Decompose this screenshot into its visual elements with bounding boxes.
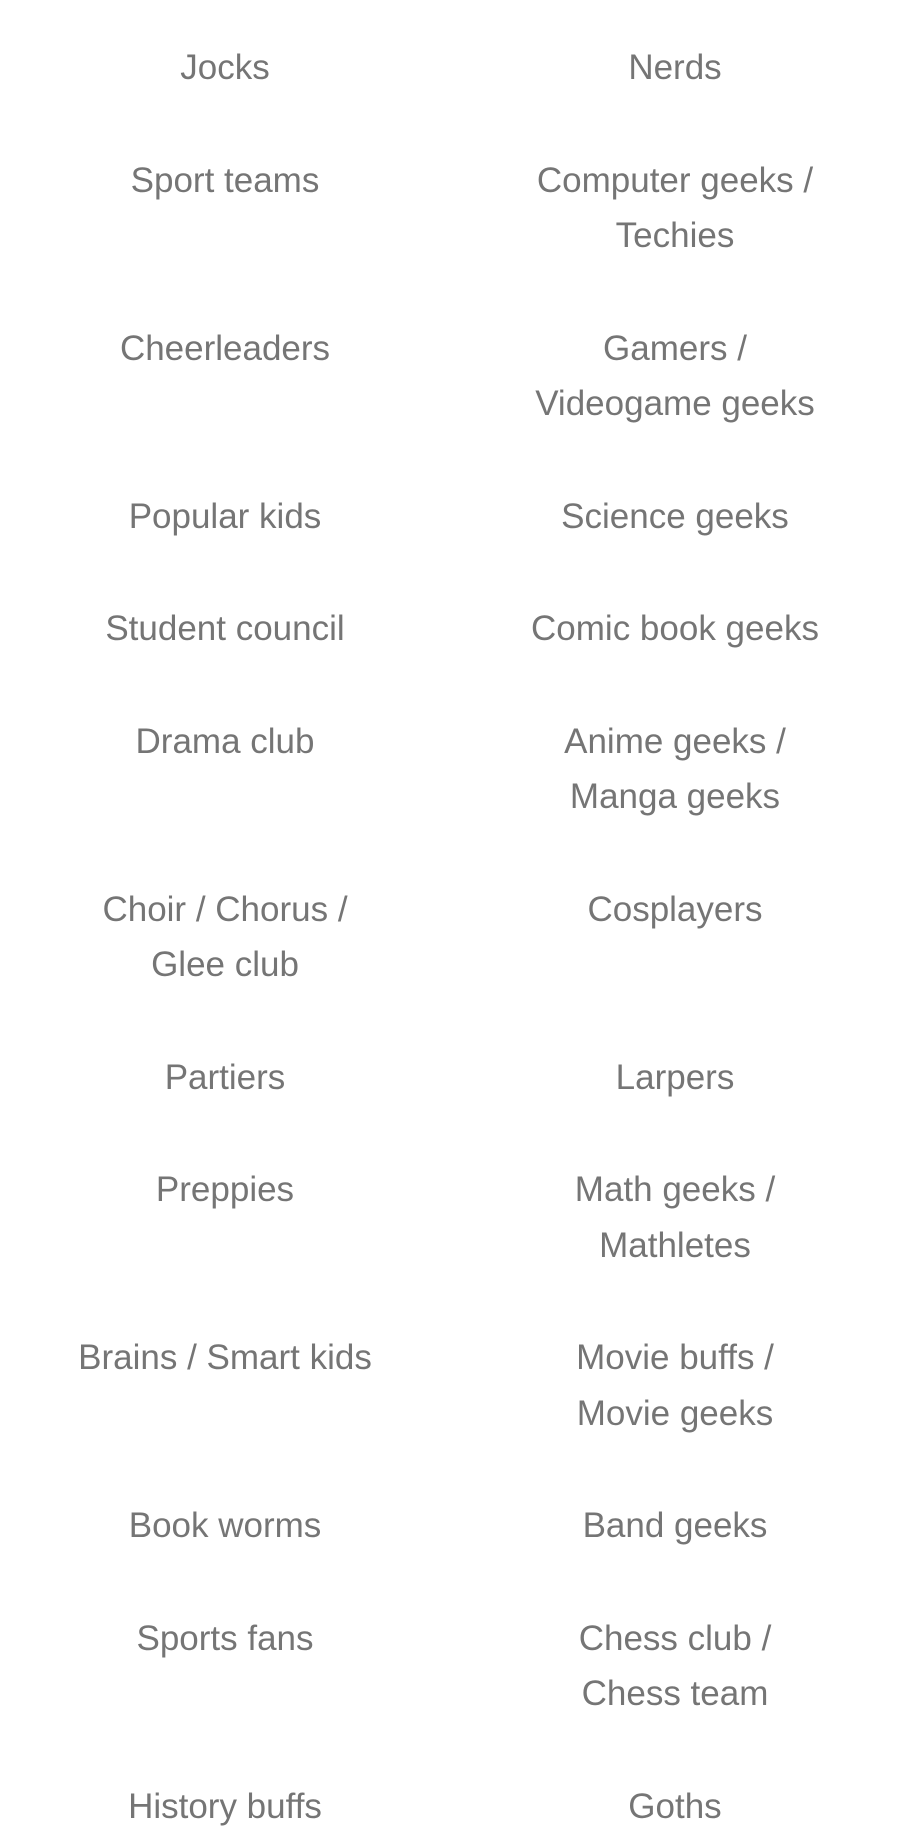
list-item-right: Math geeks / Mathletes bbox=[450, 1162, 900, 1273]
list-item-right: Goths bbox=[450, 1779, 900, 1835]
list-item-text: Mathletes bbox=[599, 1225, 751, 1265]
list-item-text: Movie geeks bbox=[576, 1393, 774, 1433]
list-item-text: Cheerleaders bbox=[119, 328, 331, 368]
list-item-text: Book worms bbox=[128, 1506, 322, 1545]
list-item-text: Glee club bbox=[151, 945, 299, 984]
list-item-right: Movie buffs / Movie geeks bbox=[450, 1330, 900, 1441]
list-item-text: Techies bbox=[615, 216, 735, 255]
list-item-right: Gamers / Videogame geeks bbox=[450, 321, 900, 432]
list-item-text: Movie buffs / bbox=[576, 1338, 774, 1377]
list-item-left: Sports fans bbox=[0, 1611, 450, 1722]
list-item-text: Sport teams bbox=[130, 160, 320, 200]
list-item-text: Drama club bbox=[135, 721, 315, 761]
list-item-left: Book worms bbox=[0, 1498, 450, 1554]
list-item-text: Jocks bbox=[180, 48, 270, 87]
list-item-text: Band geeks bbox=[582, 1506, 768, 1545]
list-item-text: Computer geeks / bbox=[536, 160, 814, 200]
list-item-text: Math geeks / bbox=[574, 1170, 776, 1209]
list-item-text: Popular kids bbox=[128, 496, 322, 536]
list-item-left: Partiers bbox=[0, 1050, 450, 1106]
clique-list: Jocks Nerds Sport teams Computer geeks / Tec… bbox=[0, 0, 907, 1834]
list-item-right: Chess club / Chess team bbox=[450, 1611, 900, 1722]
list-item-text: Nerds bbox=[628, 48, 722, 87]
list-item-left: Choir / Chorus / Glee club bbox=[0, 882, 450, 993]
list-item-left: Student council bbox=[0, 601, 450, 657]
list-item-text: Sports fans bbox=[136, 1618, 314, 1658]
list-item-text: Gamers / bbox=[603, 328, 747, 368]
list-item-text: Anime geeks / bbox=[564, 721, 786, 761]
list-item-text: Larpers bbox=[615, 1057, 735, 1097]
list-item-left: Drama club bbox=[0, 714, 450, 825]
list-item-text: Brains / Smart kids bbox=[78, 1338, 372, 1377]
list-item-text: Videogame geeks bbox=[535, 384, 815, 423]
list-item-text: Partiers bbox=[164, 1057, 286, 1097]
list-item-text: Comic book geeks bbox=[531, 609, 819, 648]
list-item-left: Jocks bbox=[0, 40, 450, 96]
list-item-left: History buffs bbox=[0, 1779, 450, 1835]
list-item-text: Choir / Chorus / bbox=[102, 889, 348, 929]
list-item-text: Cosplayers bbox=[587, 889, 763, 929]
list-item-text: Manga geeks bbox=[569, 777, 781, 816]
list-item-right: Cosplayers bbox=[450, 882, 900, 993]
list-item-right: Comic book geeks bbox=[450, 601, 900, 657]
list-item-right: Computer geeks / Techies bbox=[450, 153, 900, 264]
list-item-right: Nerds bbox=[450, 40, 900, 96]
list-item-text: History buffs bbox=[128, 1786, 322, 1826]
list-item-right: Larpers bbox=[450, 1050, 900, 1106]
list-item-left: Brains / Smart kids bbox=[0, 1330, 450, 1441]
list-item-text: Chess club / bbox=[578, 1618, 772, 1658]
list-item-right: Science geeks bbox=[450, 489, 900, 545]
list-item-right: Band geeks bbox=[450, 1498, 900, 1554]
list-item-left: Cheerleaders bbox=[0, 321, 450, 432]
list-item-left: Popular kids bbox=[0, 489, 450, 545]
list-item-text: Science geeks bbox=[561, 496, 789, 536]
list-item-text: Preppies bbox=[155, 1170, 295, 1209]
list-item-left: Sport teams bbox=[0, 153, 450, 264]
list-item-left: Preppies bbox=[0, 1162, 450, 1273]
list-item-text: Chess team bbox=[581, 1674, 769, 1713]
list-item-text: Student council bbox=[105, 609, 345, 648]
list-item-text: Goths bbox=[628, 1786, 722, 1826]
list-item-right: Anime geeks / Manga geeks bbox=[450, 714, 900, 825]
